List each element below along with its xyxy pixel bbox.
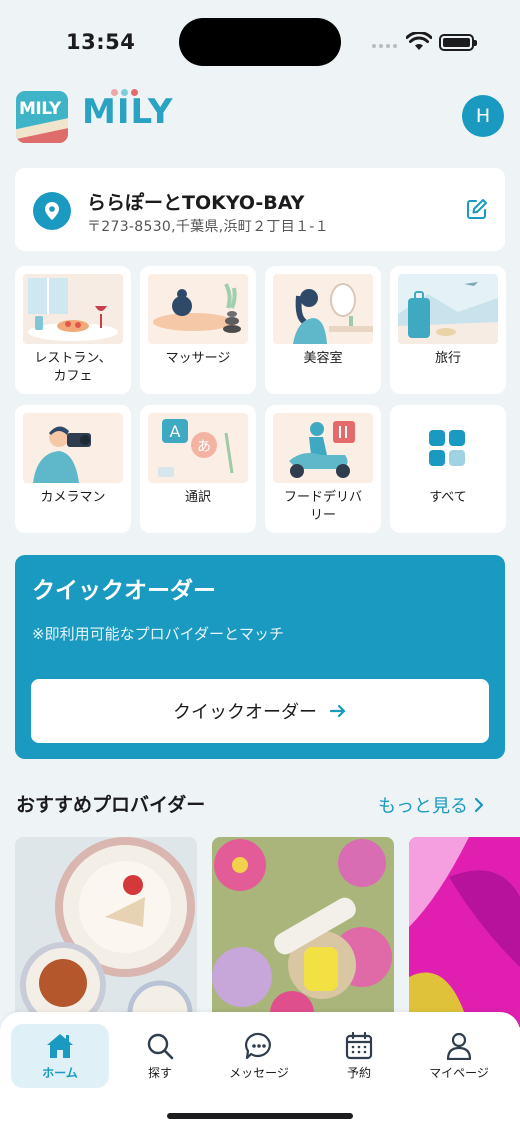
category-travel[interactable]: 旅行	[390, 266, 506, 394]
provider-image-flowers	[212, 837, 394, 1027]
location-card[interactable]: ららぽーとTOKYO-BAY 〒273-8530,千葉県,浜町２丁目１-１	[15, 168, 505, 251]
tab-label: メッセージ	[229, 1065, 289, 1080]
provider-card[interactable]	[409, 837, 520, 1027]
quick-order-button-label: クイックオーダー	[173, 702, 317, 723]
provider-image-abstract	[409, 837, 520, 1027]
travel-illustration	[398, 274, 498, 344]
tab-messages[interactable]: メッセージ	[210, 1024, 308, 1088]
category-label: 旅行	[434, 351, 461, 366]
provider-card[interactable]	[15, 837, 197, 1027]
category-label: フードデリバ リー	[283, 490, 362, 523]
category-label: すべて	[429, 490, 467, 505]
category-label: 美容室	[303, 351, 343, 366]
category-translation[interactable]: A あ 通訳	[140, 405, 256, 533]
category-all[interactable]: すべて	[390, 405, 506, 533]
brand-name: MILY	[82, 92, 174, 132]
recommended-title: おすすめプロバイダー	[16, 794, 206, 816]
wifi-icon	[406, 32, 432, 50]
location-address: 〒273-8530,千葉県,浜町２丁目１-１	[87, 219, 329, 235]
message-icon	[245, 1032, 271, 1059]
arrow-right-icon	[329, 704, 346, 718]
quick-order-subtitle: ※即利用可能なプロバイダーとマッチ	[32, 625, 284, 643]
delivery-illustration	[273, 413, 373, 483]
signal-icon	[372, 44, 397, 48]
tab-search[interactable]: 探す	[111, 1024, 209, 1088]
category-label: レストラン、 カフェ	[34, 351, 112, 384]
search-icon	[147, 1033, 174, 1059]
chevron-right-icon	[474, 797, 484, 813]
tab-label: 探す	[147, 1065, 172, 1080]
edit-icon[interactable]	[466, 198, 488, 220]
category-delivery[interactable]: フードデリバ リー	[265, 405, 381, 533]
home-indicator	[167, 1113, 353, 1119]
dynamic-island	[179, 18, 341, 66]
see-more-link[interactable]: もっと見る	[378, 792, 484, 818]
category-salon[interactable]: 美容室	[265, 266, 381, 394]
location-name: ららぽーとTOKYO-BAY	[87, 192, 305, 214]
quick-order-button[interactable]: クイックオーダー	[31, 679, 489, 743]
see-more-label: もっと見る	[378, 796, 468, 817]
provider-image-cafe	[15, 837, 197, 1027]
tab-reservations[interactable]: 予約	[310, 1024, 408, 1088]
category-label: 通訳	[184, 490, 211, 505]
quick-order-title: クイックオーダー	[32, 578, 216, 604]
tab-label: 予約	[346, 1065, 371, 1080]
tab-label: ホーム	[42, 1065, 78, 1080]
tab-mypage[interactable]: マイページ	[410, 1024, 508, 1088]
camera-illustration	[23, 413, 123, 483]
massage-illustration	[148, 274, 248, 344]
quick-order-card: クイックオーダー ※即利用可能なプロバイダーとマッチ クイックオーダー	[15, 555, 505, 759]
grid-icon	[429, 430, 465, 466]
svg-text:あ: あ	[197, 439, 211, 455]
logo-text: MILY	[19, 99, 61, 119]
calendar-icon	[345, 1031, 373, 1059]
status-time: 13:54	[66, 30, 136, 54]
tab-label: マイページ	[429, 1065, 489, 1080]
category-label: マッサージ	[165, 351, 231, 366]
svg-text:A: A	[170, 422, 181, 441]
location-pin-icon	[33, 192, 71, 230]
person-icon	[446, 1032, 472, 1060]
category-camera[interactable]: カメラマン	[15, 405, 131, 533]
app-logo: MILY	[16, 91, 68, 143]
home-icon	[47, 1033, 73, 1058]
salon-illustration	[273, 274, 373, 344]
tab-home[interactable]: ホーム	[11, 1024, 109, 1088]
category-label: カメラマン	[40, 490, 106, 505]
avatar[interactable]: H	[462, 95, 504, 137]
translation-illustration: A あ	[148, 413, 248, 483]
provider-card[interactable]	[212, 837, 394, 1027]
battery-icon	[439, 34, 477, 51]
status-bar: 13:54	[0, 0, 520, 80]
category-massage[interactable]: マッサージ	[140, 266, 256, 394]
category-restaurant[interactable]: レストラン、 カフェ	[15, 266, 131, 394]
restaurant-illustration	[23, 274, 123, 344]
